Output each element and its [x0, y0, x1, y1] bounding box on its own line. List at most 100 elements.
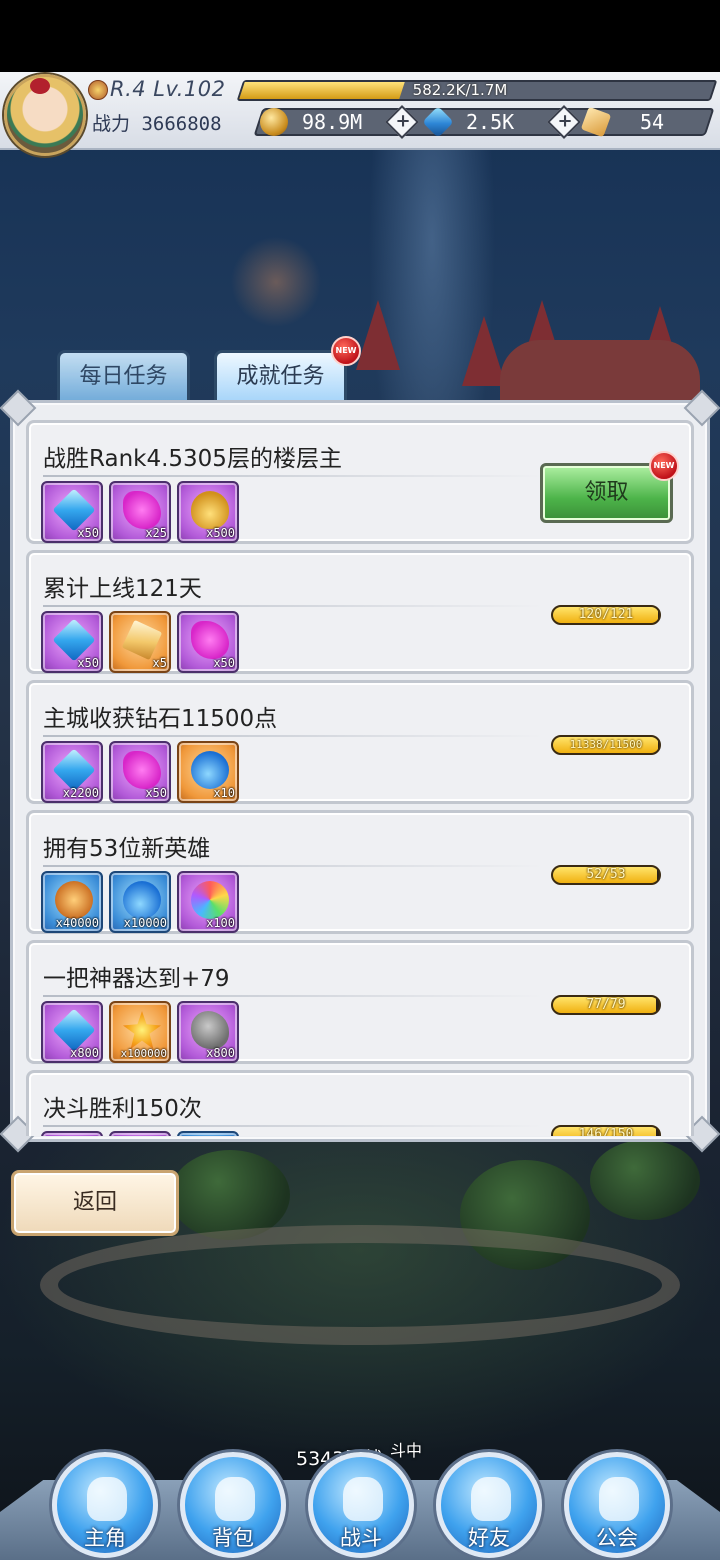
- quest-card: 拥有53位新英雄 x40000 x10000 x100 52/53: [26, 810, 694, 934]
- tab-label: 成就任务: [236, 364, 325, 389]
- reward-quantity: x10000: [123, 916, 167, 930]
- reward-quantity: x100000: [120, 1047, 167, 1060]
- divider: [43, 475, 543, 477]
- reward-quantity: x100: [206, 916, 235, 930]
- reward-quantity: x50: [145, 786, 167, 800]
- reward-item[interactable]: x5: [109, 611, 171, 673]
- reward-item[interactable]: [41, 1131, 103, 1136]
- reward-quantity: x5: [152, 656, 167, 670]
- tab-achievement-quests[interactable]: 成就任务: [214, 350, 347, 400]
- reward-item[interactable]: x2200: [41, 741, 103, 803]
- reward-quantity: x800: [70, 1046, 99, 1060]
- gold-coin-icon: [260, 108, 288, 136]
- plaza-ring: [40, 1225, 680, 1345]
- tab-daily-quests[interactable]: 每日任务: [57, 350, 190, 400]
- reward-item[interactable]: x800: [177, 1001, 239, 1063]
- device-status-bar: [0, 0, 720, 72]
- nav-label: 主角: [84, 1526, 126, 1550]
- reward-item[interactable]: x40000: [41, 871, 103, 933]
- new-badge: NEW: [331, 336, 361, 366]
- divider: [43, 735, 543, 737]
- plus-icon: +: [395, 110, 411, 132]
- divider: [43, 995, 543, 997]
- divider: [43, 1125, 543, 1127]
- progress-text: 77/79: [586, 997, 626, 1012]
- reward-item[interactable]: x50: [41, 611, 103, 673]
- reward-item[interactable]: x100000: [109, 1001, 171, 1063]
- tab-label: 每日任务: [79, 364, 168, 389]
- nav-label: 背包: [212, 1526, 254, 1550]
- reward-item[interactable]: x50: [41, 481, 103, 543]
- gold-coin-icon: [55, 881, 93, 919]
- reward-quantity: x50: [77, 526, 99, 540]
- reward-item[interactable]: x50: [109, 741, 171, 803]
- quest-card: 一把神器达到+79 x800 x100000 x800 77/79: [26, 940, 694, 1064]
- quest-title: 决斗胜利150次: [43, 1096, 202, 1122]
- castle-roof: [500, 340, 700, 400]
- potion-icon: [123, 881, 161, 919]
- puzzle-piece-icon: [123, 751, 161, 789]
- reward-item[interactable]: [109, 1131, 171, 1136]
- rank-level: R.4 Lv.102: [110, 77, 226, 101]
- quest-title: 累计上线121天: [43, 576, 202, 602]
- reward-item[interactable]: x10000: [109, 871, 171, 933]
- nav-label: 好友: [468, 1526, 510, 1550]
- reward-quantity: x25: [145, 526, 167, 540]
- puzzle-piece-icon: [123, 491, 161, 529]
- quest-card: 决斗胜利150次 146/150: [26, 1070, 694, 1136]
- combat-power: 战力 3666808: [92, 113, 222, 135]
- quest-progress-bar: 146/150: [551, 1125, 661, 1136]
- quest-list[interactable]: 战胜Rank4.5305层的楼层主 x50 x25 x500 领取 NEW 累计…: [26, 410, 694, 1136]
- reward-item[interactable]: x50: [177, 611, 239, 673]
- fire-star-icon: [123, 1011, 161, 1049]
- progress-text: 146/150: [578, 1127, 634, 1136]
- backpack-icon: [215, 1477, 255, 1521]
- reward-item[interactable]: x800: [41, 1001, 103, 1063]
- reward-quantity: x40000: [55, 916, 99, 930]
- back-label: 返回: [72, 1190, 117, 1215]
- reward-item[interactable]: x25: [109, 481, 171, 543]
- ore-stone-icon: [191, 1011, 229, 1049]
- claim-label: 领取: [584, 480, 629, 505]
- quest-title: 战胜Rank4.5305层的楼层主: [43, 446, 342, 472]
- reward-item[interactable]: x500: [177, 481, 239, 543]
- potion-icon: [191, 751, 229, 789]
- exp-text: 582.2K/1.7M: [412, 81, 508, 99]
- castle-spire: [356, 300, 400, 370]
- quest-card: 战胜Rank4.5305层的楼层主 x50 x25 x500 领取 NEW: [26, 420, 694, 544]
- crystal-shard-icon: [121, 619, 163, 661]
- nav-label: 战斗: [340, 1526, 382, 1550]
- quest-title: 一把神器达到+79: [43, 966, 230, 992]
- quest-progress-bar: 11338/11500: [551, 735, 661, 755]
- divider: [43, 605, 543, 607]
- back-button[interactable]: 返回: [11, 1170, 179, 1236]
- quest-progress-bar: 120/121: [551, 605, 661, 625]
- gold-amount: 98.9M: [302, 110, 363, 134]
- reward-quantity: x800: [206, 1046, 235, 1060]
- reward-item[interactable]: x100: [177, 871, 239, 933]
- puzzle-piece-icon: [191, 621, 229, 659]
- reward-quantity: x10: [213, 786, 235, 800]
- progress-text: 120/121: [578, 607, 634, 622]
- reward-quantity: x500: [206, 526, 235, 540]
- quest-progress-bar: 77/79: [551, 995, 661, 1015]
- reward-item[interactable]: x10: [177, 741, 239, 803]
- rainbow-gear-icon: [191, 881, 229, 919]
- ticket-amount: 54: [640, 110, 665, 134]
- reward-quantity: x50: [213, 656, 235, 670]
- divider: [43, 865, 543, 867]
- progress-text: 11338/11500: [569, 738, 643, 751]
- crossed-swords-icon: [343, 1477, 383, 1521]
- avatar-flower-icon: [30, 78, 50, 94]
- reward-item[interactable]: [177, 1131, 239, 1136]
- progress-text: 52/53: [586, 867, 626, 882]
- quest-card: 累计上线121天 x50 x5 x50 120/121: [26, 550, 694, 674]
- plus-icon: +: [557, 110, 573, 132]
- rank-badge-icon: [88, 80, 108, 100]
- battle-status-suffix: 斗中: [390, 1441, 423, 1460]
- quest-title: 拥有53位新英雄: [43, 836, 211, 862]
- tree: [590, 1140, 700, 1220]
- quest-card: 主城收获钻石11500点 x2200 x50 x10 11338/11500: [26, 680, 694, 804]
- helmet-icon: [87, 1477, 127, 1521]
- handshake-icon: [471, 1477, 511, 1521]
